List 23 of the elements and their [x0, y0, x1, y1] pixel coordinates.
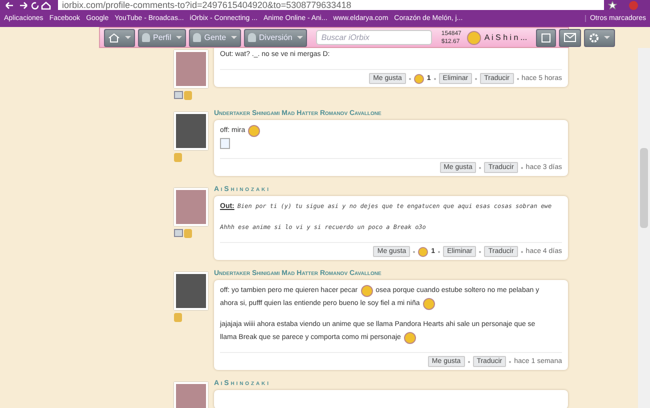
mail-icon: [564, 33, 576, 42]
emoji-icon: [248, 124, 260, 136]
emoji-icon: [422, 298, 435, 310]
home-icon: [108, 32, 120, 42]
address-bar[interactable]: iorbix.com/profile-comments-to?id=2497615404920&to=5308779633418: [58, 0, 604, 10]
star-icon[interactable]: [608, 0, 617, 10]
home-button[interactable]: [104, 28, 135, 46]
app-button[interactable]: [536, 28, 556, 46]
broken-image-icon: [220, 138, 230, 149]
emoji-icon: [414, 74, 424, 84]
mail-button[interactable]: [559, 28, 582, 46]
emoji-icon: [418, 246, 428, 256]
settings-button[interactable]: [584, 28, 616, 46]
square-icon: [541, 32, 552, 42]
scrollbar-thumb[interactable]: [640, 148, 648, 228]
emoji-icon: [404, 332, 416, 344]
emoji-icon: [360, 284, 373, 296]
user-name[interactable]: A i S h i n ...: [484, 33, 528, 42]
emoji-icon: [467, 30, 482, 44]
avatar-placeholder[interactable]: [174, 272, 208, 310]
avatar-placeholder[interactable]: [174, 112, 208, 150]
search-field[interactable]: Buscar iOrbix: [316, 30, 432, 45]
gear-icon: [589, 32, 600, 42]
